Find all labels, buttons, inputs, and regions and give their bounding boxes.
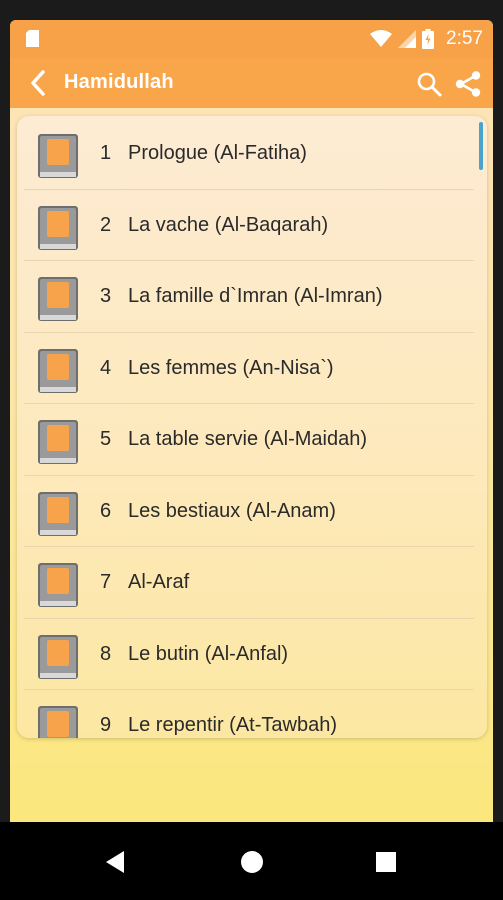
chapter-title: La table servie (Al-Maidah) [128,428,367,450]
nav-recents-icon[interactable] [366,842,406,882]
book-icon [38,563,78,607]
chapter-row[interactable]: 1 Prologue (Al-Fatiha) [24,118,474,190]
status-time: 2:57 [446,28,483,49]
chapter-title: La vache (Al-Baqarah) [128,213,329,236]
chapter-row[interactable]: 7 Al-Araf [24,547,474,619]
app-screen: 2:57 Hamidullah 1 Prologue (Al-Fatiha) 2 La… [10,20,493,822]
chapter-number: 3 [100,285,112,307]
app-bar: Hamidullah [10,58,493,108]
navigation-bar [0,822,503,900]
chapter-title: Al-Araf [128,571,190,593]
chapter-row[interactable]: 8 Le butin (Al-Anfal) [24,619,474,690]
chapter-title: La famille d`Imran (Al-Imran) [128,285,383,307]
back-arrow-icon[interactable] [24,68,54,98]
chapter-title: Le repentir (At-Tawbah) [128,714,337,736]
chapter-number: 6 [100,499,112,522]
nav-home-icon[interactable] [232,842,272,882]
chapter-title: Prologue (Al-Fatiha) [128,142,307,164]
book-icon [38,491,78,536]
chapter-list[interactable]: 1 Prologue (Al-Fatiha) 2 La vache (Al-Baqar… [17,116,487,738]
chapter-number: 5 [100,428,112,450]
app-title: Hamidullah [64,71,174,93]
chapter-number: 8 [100,642,112,665]
chapter-row[interactable]: 6 Les bestiaux (Al-Anam) [24,476,474,547]
sim-card-icon [26,30,39,47]
book-icon [38,420,78,464]
chapter-number: 1 [100,142,112,164]
cellular-signal-icon [398,30,417,48]
chapter-number: 4 [100,356,112,379]
chapter-title: Les bestiaux (Al-Anam) [128,499,336,522]
book-icon [38,205,78,250]
chapter-number: 2 [100,213,112,236]
chapter-row[interactable]: 9 Le repentir (At-Tawbah) [24,690,474,738]
battery-icon [422,29,435,49]
book-icon [38,134,78,178]
status-icons: 2:57 [370,26,483,52]
book-icon [38,634,78,679]
book-icon [38,706,78,738]
share-icon[interactable] [453,69,483,99]
search-icon[interactable] [415,70,443,98]
chapter-number: 9 [100,714,112,736]
book-icon [38,348,78,393]
status-bar: 2:57 [10,20,493,58]
chapter-title: Le butin (Al-Anfal) [128,642,289,665]
chapter-row[interactable]: 3 La famille d`Imran (Al-Imran) [24,261,474,333]
chapter-title: Les femmes (An-Nisa`) [128,356,334,379]
chapter-row[interactable]: 5 La table servie (Al-Maidah) [24,404,474,476]
chapter-row[interactable]: 2 La vache (Al-Baqarah) [24,190,474,261]
book-icon [38,277,78,321]
chapter-number: 7 [100,571,112,593]
wifi-icon [370,30,393,47]
scroll-indicator[interactable] [479,122,483,170]
chapter-row[interactable]: 4 Les femmes (An-Nisa`) [24,333,474,404]
nav-back-icon[interactable] [96,842,136,882]
